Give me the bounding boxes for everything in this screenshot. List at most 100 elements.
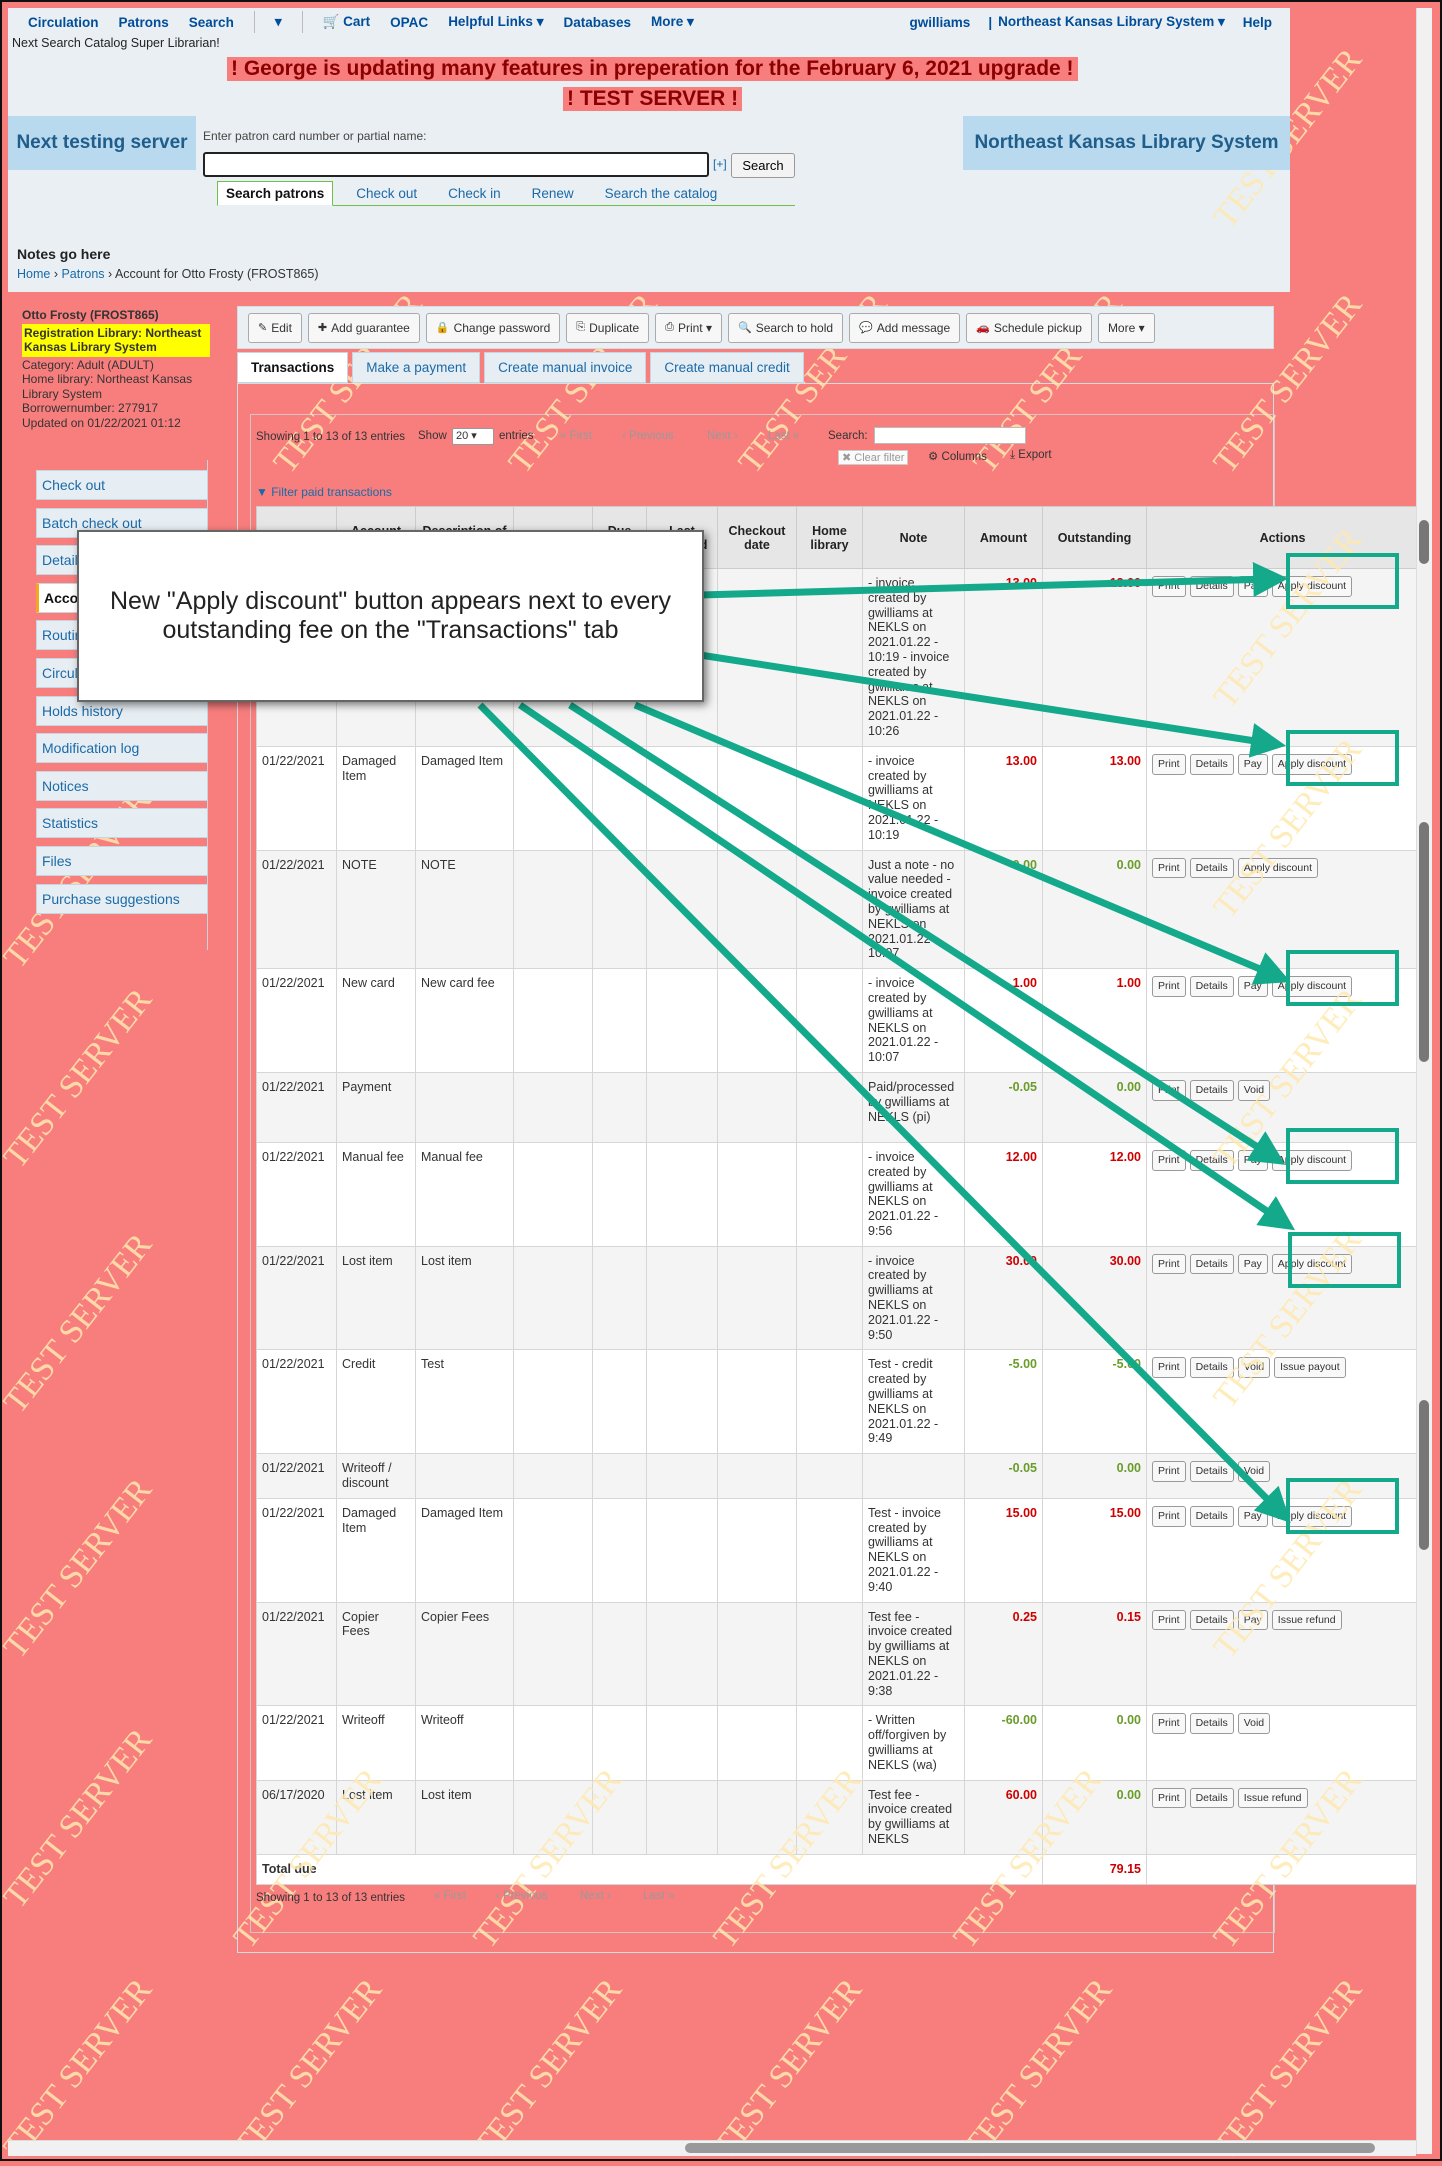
apply-discount-button[interactable]: Apply discount [1271,576,1353,597]
apply-discount-button[interactable]: Apply discount [1271,976,1353,997]
details-button[interactable]: Details [1189,1713,1234,1735]
page-previous-top[interactable]: ‹ Previous [622,430,674,442]
columns-button[interactable]: ⚙ Columns [928,449,987,463]
print-button[interactable]: Print [1152,1079,1186,1101]
apply-discount-button[interactable]: Apply discount [1271,1149,1353,1171]
print-button[interactable]: Print [1152,1357,1186,1379]
toolbar-button-4[interactable]: ⎙ Print ▾ [655,312,722,343]
void-button[interactable]: Void [1237,1461,1271,1483]
print-button[interactable]: Print [1152,753,1186,775]
vertical-scroll-thumb[interactable] [1419,822,1429,1062]
next-search-link[interactable]: Next Search Catalog Super Librarian! [12,36,220,50]
issue-refund-button[interactable]: Issue refund [1237,1787,1308,1809]
toolbar-button-1[interactable]: ✚ Add guarantee [307,312,420,343]
patron-search-button[interactable]: Search [731,153,795,178]
print-button[interactable]: Print [1152,1713,1186,1735]
pay-button[interactable]: Pay [1237,1505,1268,1527]
void-button[interactable]: Void [1237,1079,1271,1101]
pay-button[interactable]: Pay [1237,976,1268,997]
nav-item-3[interactable]: ▾ [275,14,282,30]
details-button[interactable]: Details [1189,1505,1234,1527]
tab-1[interactable]: Make a payment [352,352,481,383]
clear-filter-button[interactable]: ✖ Clear filter [838,450,909,465]
issue-payout-button[interactable]: Issue payout [1274,1357,1346,1379]
page-first-bottom[interactable]: « First [434,1890,466,1902]
details-button[interactable]: Details [1189,576,1234,597]
details-button[interactable]: Details [1189,1609,1234,1631]
sidebar-item-8[interactable]: Notices [36,770,208,801]
pay-button[interactable]: Pay [1237,1149,1268,1171]
page-next-bottom[interactable]: Next › [580,1890,611,1902]
filter-paid-transactions-link[interactable]: ▼ Filter paid transactions [256,485,392,499]
sidebar-item-7[interactable]: Modification log [36,733,208,764]
table-search-input[interactable] [874,427,1026,444]
header-tab-4[interactable]: Search the catalog [597,182,726,205]
pay-button[interactable]: Pay [1237,576,1268,597]
page-next-top[interactable]: Next › [707,430,738,442]
details-button[interactable]: Details [1189,976,1234,997]
header-tab-2[interactable]: Check in [440,182,509,205]
print-button[interactable]: Print [1152,1253,1186,1275]
page-first-top[interactable]: « First [560,430,592,442]
print-button[interactable]: Print [1152,1787,1186,1809]
column-header[interactable]: Amount [964,506,1043,569]
toolbar-button-5[interactable]: 🔍 Search to hold [727,312,844,343]
toolbar-button-3[interactable]: ⎘ Duplicate [566,312,650,343]
pay-button[interactable]: Pay [1237,1253,1268,1275]
header-tab-3[interactable]: Renew [524,182,582,205]
sidebar-item-0[interactable]: Check out [36,470,208,500]
nav-item-1[interactable]: Patrons [119,15,169,30]
tab-0[interactable]: Transactions [237,352,349,383]
header-tab-1[interactable]: Check out [348,182,425,205]
apply-discount-button[interactable]: Apply discount [1237,857,1318,879]
sidebar-item-9[interactable]: Statistics [36,808,208,839]
vertical-scroll-thumb[interactable] [1419,520,1429,564]
export-button[interactable]: ⤓ Export [1010,449,1052,462]
entries-length-select[interactable]: 20 ▾ [452,428,494,445]
details-button[interactable]: Details [1189,1461,1234,1483]
void-button[interactable]: Void [1237,1357,1271,1379]
patron-search-input[interactable] [203,152,709,177]
vertical-scrollbar[interactable] [1416,8,1432,2154]
details-button[interactable]: Details [1189,753,1234,775]
toolbar-button-0[interactable]: ✎ Edit [248,312,302,343]
toolbar-button-7[interactable]: 🚗 Schedule pickup [966,312,1092,343]
print-button[interactable]: Print [1152,1609,1186,1631]
toolbar-button-6[interactable]: 💬 Add message [849,312,961,343]
breadcrumb-home[interactable]: Home [17,267,50,281]
tab-2[interactable]: Create manual invoice [484,352,647,383]
nav-item-8[interactable]: More ▾ [651,14,694,30]
print-button[interactable]: Print [1152,1461,1186,1483]
details-button[interactable]: Details [1189,1357,1234,1379]
column-header[interactable]: Note [862,506,965,569]
nav-item-4[interactable]: 🛒 Cart [323,14,371,30]
nav-help[interactable]: Help [1243,15,1272,30]
nav-user[interactable]: gwilliams [910,15,971,30]
toolbar-button-8[interactable]: More ▾ [1097,312,1155,343]
details-button[interactable]: Details [1189,1149,1234,1171]
breadcrumb-patrons[interactable]: Patrons [61,267,104,281]
issue-refund-button[interactable]: Issue refund [1271,1609,1342,1631]
apply-discount-button[interactable]: Apply discount [1271,753,1353,775]
print-button[interactable]: Print [1152,1505,1186,1527]
details-button[interactable]: Details [1189,1253,1234,1275]
void-button[interactable]: Void [1237,1713,1271,1735]
apply-discount-button[interactable]: Apply discount [1271,1253,1353,1275]
toolbar-button-2[interactable]: 🔒 Change password [425,312,561,343]
column-header[interactable]: Home library [796,506,863,569]
page-last-bottom[interactable]: Last » [643,1890,674,1902]
column-header[interactable]: Actions [1146,506,1419,569]
vertical-scroll-thumb[interactable] [1419,1400,1429,1550]
more-options-link[interactable]: [+] [713,157,727,171]
print-button[interactable]: Print [1152,576,1186,597]
print-button[interactable]: Print [1152,857,1186,879]
sidebar-item-11[interactable]: Purchase suggestions [36,883,208,914]
sidebar-item-10[interactable]: Files [36,845,208,876]
nav-item-2[interactable]: Search [189,15,234,30]
print-button[interactable]: Print [1152,976,1186,997]
tab-3[interactable]: Create manual credit [650,352,804,383]
header-tab-0[interactable]: Search patrons [217,181,334,206]
nav-item-5[interactable]: OPAC [390,15,428,30]
nav-library-menu[interactable]: Northeast Kansas Library System ▾ [998,14,1225,30]
column-header[interactable]: Outstanding [1042,506,1147,569]
